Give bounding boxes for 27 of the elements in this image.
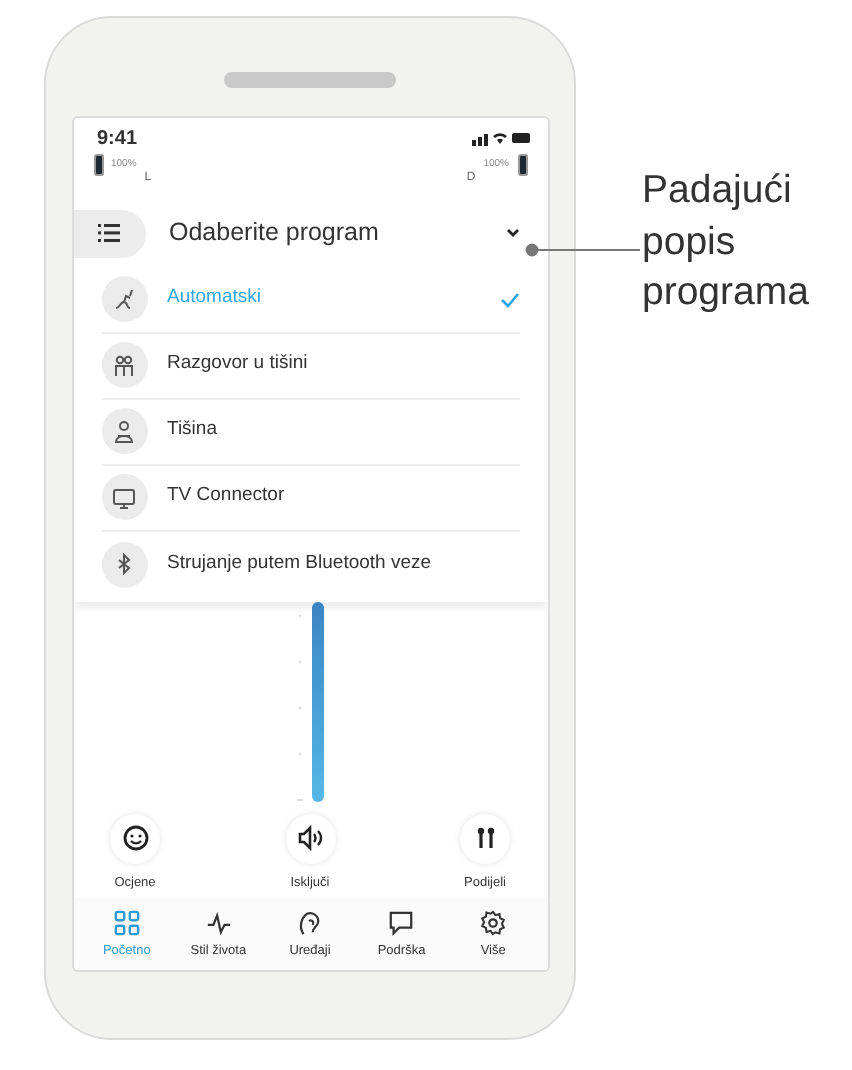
tab-icon — [296, 910, 323, 937]
action-icon[interactable] — [296, 824, 324, 852]
tab-icon — [205, 910, 232, 937]
chevron-icon[interactable] — [505, 228, 519, 238]
status-time: 9:41 — [97, 125, 138, 153]
menu-button[interactable] — [73, 209, 145, 257]
program-option[interactable]: Razgovor u tišini — [167, 350, 519, 380]
dropdown-title[interactable]: Odaberite program — [169, 214, 505, 252]
check-icon — [499, 291, 519, 307]
program-icon — [112, 287, 136, 311]
program-option[interactable]: Tišina — [167, 416, 519, 446]
tab-icon — [113, 910, 140, 937]
action-icon[interactable] — [121, 824, 149, 852]
program-icon — [112, 419, 136, 443]
battery-icon — [93, 154, 103, 176]
program-option[interactable]: TV Connector — [167, 482, 519, 512]
menu-icon — [98, 224, 120, 242]
battery-icon — [517, 154, 527, 176]
status-icons — [471, 130, 531, 146]
program-option[interactable]: Strujanje putem Bluetooth veze — [167, 549, 519, 579]
tab-icon — [480, 910, 507, 937]
leader-line — [524, 240, 640, 260]
tab-icon — [388, 910, 415, 937]
callout-label: Padajući popis programa — [642, 166, 811, 319]
program-icon — [112, 485, 136, 509]
volume-slider[interactable] — [294, 601, 326, 801]
program-icon — [112, 353, 136, 377]
